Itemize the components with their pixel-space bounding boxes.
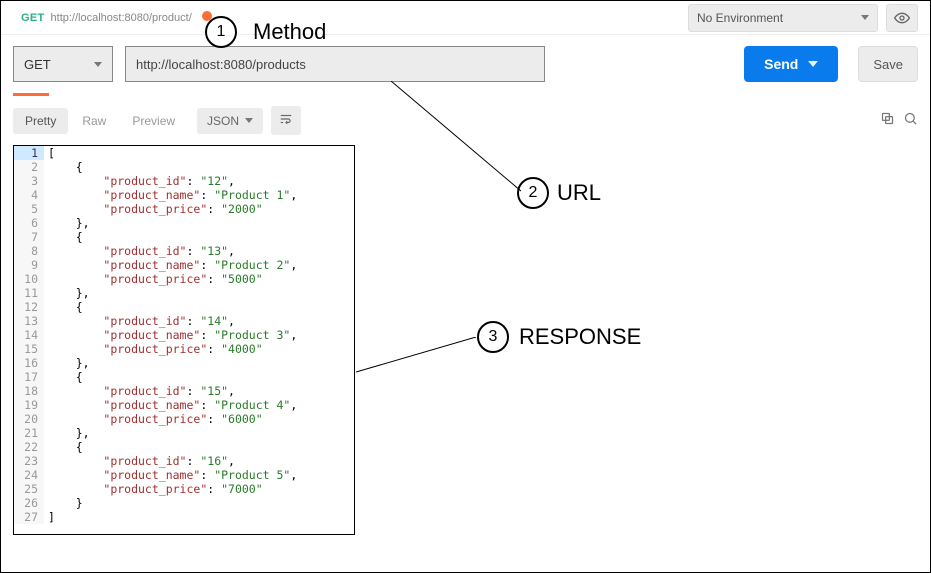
topbar: GET http://localhost:8080/product/ No En…	[1, 1, 930, 35]
callout-3-line	[356, 337, 481, 377]
response-format-label: JSON	[207, 114, 239, 128]
code-line: 1[	[14, 146, 354, 160]
chevron-down-icon	[94, 62, 102, 67]
search-icon[interactable]	[903, 111, 918, 130]
code-line: 20 "product_price": "6000"	[14, 412, 354, 426]
environment-label: No Environment	[697, 11, 783, 25]
code-line: 6 },	[14, 216, 354, 230]
line-wrap-button[interactable]	[271, 106, 301, 135]
code-line: 13 "product_id": "14",	[14, 314, 354, 328]
code-line: 26 }	[14, 496, 354, 510]
request-tab[interactable]: GET http://localhost:8080/product/	[13, 11, 220, 24]
code-line: 4 "product_name": "Product 1",	[14, 188, 354, 202]
environment-preview-button[interactable]	[886, 4, 918, 32]
callout-2-label: URL	[557, 180, 601, 206]
code-line: 12 {	[14, 300, 354, 314]
code-line: 21 },	[14, 426, 354, 440]
code-line: 24 "product_name": "Product 5",	[14, 468, 354, 482]
unsaved-dot-icon	[202, 11, 212, 21]
response-body-viewer[interactable]: 1[2 {3 "product_id": "12",4 "product_nam…	[13, 145, 355, 535]
send-button[interactable]: Send	[744, 46, 838, 82]
copy-icon[interactable]	[880, 111, 895, 130]
eye-icon	[894, 10, 910, 26]
callout-2-circle: 2	[517, 177, 549, 209]
code-line: 15 "product_price": "4000"	[14, 342, 354, 356]
view-raw-tab[interactable]: Raw	[70, 108, 118, 134]
save-button[interactable]: Save	[858, 46, 918, 82]
chevron-down-icon	[808, 61, 818, 67]
code-line: 9 "product_name": "Product 2",	[14, 258, 354, 272]
code-line: 23 "product_id": "16",	[14, 454, 354, 468]
response-format-select[interactable]: JSON	[197, 108, 263, 134]
code-line: 3 "product_id": "12",	[14, 174, 354, 188]
request-url-input[interactable]	[125, 46, 545, 82]
method-select-label: GET	[24, 57, 51, 72]
response-toolbar: Pretty Raw Preview JSON	[1, 96, 930, 141]
callout-3-label: RESPONSE	[519, 324, 641, 350]
code-line: 11 },	[14, 286, 354, 300]
environment-select[interactable]: No Environment	[688, 4, 878, 32]
code-line: 2 {	[14, 160, 354, 174]
chevron-down-icon	[245, 118, 253, 123]
code-line: 25 "product_price": "7000"	[14, 482, 354, 496]
view-pretty-tab[interactable]: Pretty	[13, 108, 68, 134]
tab-method-chip: GET	[21, 12, 45, 24]
code-line: 10 "product_price": "5000"	[14, 272, 354, 286]
code-line: 18 "product_id": "15",	[14, 384, 354, 398]
send-button-label: Send	[764, 56, 798, 72]
code-line: 7 {	[14, 230, 354, 244]
callout-3-circle: 3	[477, 321, 509, 353]
code-line: 16 },	[14, 356, 354, 370]
code-line: 8 "product_id": "13",	[14, 244, 354, 258]
code-line: 17 {	[14, 370, 354, 384]
code-line: 5 "product_price": "2000"	[14, 202, 354, 216]
code-line: 14 "product_name": "Product 3",	[14, 328, 354, 342]
wrap-icon	[279, 112, 293, 126]
save-button-label: Save	[873, 57, 903, 72]
view-preview-tab[interactable]: Preview	[120, 108, 187, 134]
tab-url-text: http://localhost:8080/product/	[51, 12, 192, 24]
code-line: 22 {	[14, 440, 354, 454]
request-row: GET Send Save	[1, 35, 930, 93]
code-line: 19 "product_name": "Product 4",	[14, 398, 354, 412]
chevron-down-icon	[861, 15, 869, 20]
code-line: 27]	[14, 510, 354, 524]
http-method-select[interactable]: GET	[13, 46, 113, 82]
